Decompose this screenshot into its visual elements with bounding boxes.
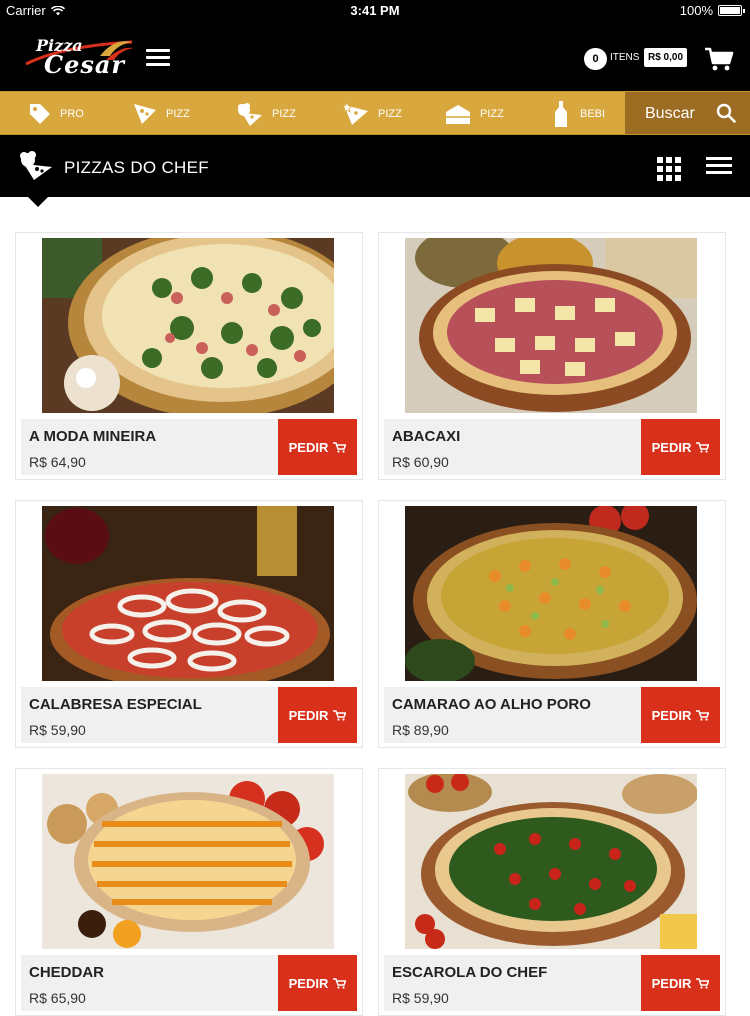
- product-name: CALABRESA ESPECIAL: [29, 696, 202, 713]
- order-button[interactable]: PEDIR: [641, 419, 720, 475]
- product-price: R$ 64,90: [29, 454, 86, 470]
- product-card[interactable]: CAMARAO AO ALHO PORO R$ 89,90 PEDIR: [378, 500, 726, 748]
- product-card[interactable]: ESCAROLA DO CHEF R$ 59,90 PEDIR: [378, 768, 726, 1016]
- order-button[interactable]: PEDIR: [278, 687, 357, 743]
- search-label: Buscar: [645, 105, 695, 122]
- clock: 3:41 PM: [350, 3, 400, 18]
- order-button-label: PEDIR: [288, 707, 329, 723]
- category-pizza-2[interactable]: PIZZ: [234, 92, 296, 134]
- cart-icon: [696, 709, 710, 721]
- category-pizza-3[interactable]: PIZZ: [340, 92, 402, 134]
- battery-icon: [718, 5, 745, 16]
- category-promo[interactable]: PRO: [28, 92, 84, 134]
- category-label: PIZZ: [480, 108, 504, 120]
- order-button[interactable]: PEDIR: [641, 687, 720, 743]
- category-pizza-4[interactable]: PIZZ: [444, 92, 504, 134]
- product-card[interactable]: CALABRESA ESPECIAL R$ 59,90 PEDIR: [15, 500, 363, 748]
- category-label: BEBI: [580, 108, 606, 120]
- cake-icon: [446, 105, 470, 124]
- product-info: A MODA MINEIRA R$ 64,90: [21, 419, 279, 475]
- product-name: CAMARAO AO ALHO PORO: [392, 696, 591, 713]
- status-bar: Carrier 3:41 PM 100%: [0, 0, 750, 22]
- cart-icon: [333, 441, 347, 453]
- shopping-cart-icon[interactable]: [704, 46, 734, 72]
- product-card[interactable]: A MODA MINEIRA R$ 64,90 PEDIR: [15, 232, 363, 480]
- product-name: A MODA MINEIRA: [29, 428, 157, 445]
- category-label: PRO: [60, 108, 84, 120]
- tag-icon: [30, 104, 50, 124]
- product-image[interactable]: [405, 506, 697, 681]
- product-image[interactable]: [405, 238, 697, 413]
- order-button[interactable]: PEDIR: [641, 955, 720, 1011]
- order-button-label: PEDIR: [288, 975, 329, 991]
- section-header: PIZZAS DO CHEF: [0, 135, 750, 197]
- product-card[interactable]: CHEDDAR R$ 65,90 PEDIR: [15, 768, 363, 1016]
- search-icon: [716, 103, 736, 123]
- cart-count-badge: 0: [584, 48, 607, 70]
- search-button[interactable]: Buscar: [625, 92, 750, 134]
- order-button[interactable]: PEDIR: [278, 419, 357, 475]
- product-name: CHEDDAR: [29, 964, 104, 981]
- cart-items-label: ITENS: [610, 52, 640, 63]
- battery-label: 100%: [679, 3, 713, 18]
- grid-view-icon[interactable]: [657, 157, 681, 181]
- order-button-label: PEDIR: [651, 975, 692, 991]
- order-button-label: PEDIR: [288, 439, 329, 455]
- product-image[interactable]: [42, 774, 334, 949]
- product-price: R$ 89,90: [392, 722, 449, 738]
- product-image[interactable]: [42, 238, 334, 413]
- product-image[interactable]: [42, 506, 334, 681]
- pizza-chef-icon: [20, 151, 52, 180]
- cart-icon: [333, 977, 347, 989]
- cart-icon: [333, 709, 347, 721]
- product-image[interactable]: [405, 774, 697, 949]
- category-label: PIZZ: [166, 108, 190, 120]
- order-button-label: PEDIR: [651, 439, 692, 455]
- pizza-cesar-logo[interactable]: Pizza Cesar: [22, 34, 137, 80]
- product-info: ESCAROLA DO CHEF R$ 59,90: [384, 955, 642, 1011]
- battery-status: 100%: [679, 3, 745, 18]
- category-pizza-1[interactable]: PIZZ: [132, 92, 190, 134]
- menu-icon[interactable]: [146, 49, 170, 67]
- bottle-icon: [555, 101, 567, 127]
- pizza-chef-icon: [238, 103, 262, 126]
- product-name: ESCAROLA DO CHEF: [392, 964, 548, 981]
- cart-icon: [696, 977, 710, 989]
- product-info: CALABRESA ESPECIAL R$ 59,90: [21, 687, 279, 743]
- section-title: PIZZAS DO CHEF: [64, 158, 209, 177]
- product-price: R$ 59,90: [392, 990, 449, 1006]
- product-info: CAMARAO AO ALHO PORO R$ 89,90: [384, 687, 642, 743]
- product-price: R$ 60,90: [392, 454, 449, 470]
- order-button[interactable]: PEDIR: [278, 955, 357, 1011]
- product-info: CHEDDAR R$ 65,90: [21, 955, 279, 1011]
- list-view-icon[interactable]: [706, 157, 732, 179]
- logo-text-cesar: Cesar: [44, 50, 126, 79]
- category-bar: PRO PIZZ PIZZ PIZZ PIZZ BEBI Buscar: [0, 91, 750, 135]
- product-price: R$ 59,90: [29, 722, 86, 738]
- order-button-label: PEDIR: [651, 707, 692, 723]
- pizza-slice-icon: [134, 104, 156, 124]
- cart-icon: [696, 441, 710, 453]
- section-pointer: [28, 197, 48, 207]
- product-name: ABACAXI: [392, 428, 461, 445]
- product-card[interactable]: ABACAXI R$ 60,90 PEDIR: [378, 232, 726, 480]
- app-header: Pizza Cesar 0 ITENS R$ 0,00: [0, 22, 750, 91]
- product-price: R$ 65,90: [29, 990, 86, 1006]
- category-label: PIZZ: [378, 108, 402, 120]
- cart-total: R$ 0,00: [644, 48, 688, 67]
- pizza-star-icon: [340, 101, 368, 125]
- category-drinks[interactable]: BEBI: [550, 92, 606, 134]
- product-info: ABACAXI R$ 60,90: [384, 419, 642, 475]
- category-label: PIZZ: [272, 108, 296, 120]
